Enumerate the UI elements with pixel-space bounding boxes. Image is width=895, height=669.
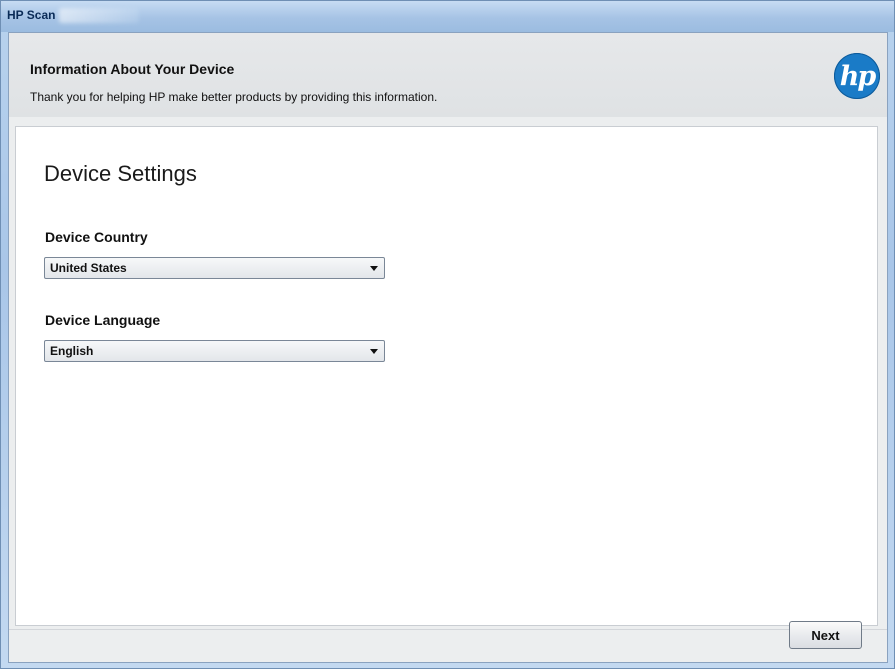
- device-language-dropdown[interactable]: English: [44, 340, 385, 362]
- header-title: Information About Your Device: [30, 61, 235, 77]
- chevron-down-icon: [370, 266, 378, 271]
- chevron-down-icon: [370, 349, 378, 354]
- hp-logo-text: hp: [839, 60, 876, 92]
- section-title: Device Settings: [44, 161, 197, 186]
- dialog-client-area: Information About Your Device Thank you …: [8, 32, 888, 663]
- title-bar: HP Scan: [1, 1, 894, 32]
- footer-divider: [9, 629, 887, 630]
- hp-logo: hp: [834, 53, 880, 99]
- header-subtitle: Thank you for helping HP make better pro…: [30, 90, 438, 104]
- window-title: HP Scan: [7, 8, 56, 22]
- dialog-header: Information About Your Device Thank you …: [9, 33, 887, 117]
- next-button[interactable]: Next: [789, 621, 862, 649]
- content-panel: Device Settings Device Country United St…: [15, 126, 878, 626]
- device-language-label: Device Language: [45, 312, 161, 328]
- device-language-value: English: [50, 344, 94, 358]
- blurred-title-suffix: [59, 8, 139, 23]
- device-country-label: Device Country: [45, 229, 148, 245]
- device-country-value: United States: [50, 261, 127, 275]
- hp-scan-window: HP Scan Information About Your Device Th…: [0, 0, 895, 669]
- device-country-dropdown[interactable]: United States: [44, 257, 385, 279]
